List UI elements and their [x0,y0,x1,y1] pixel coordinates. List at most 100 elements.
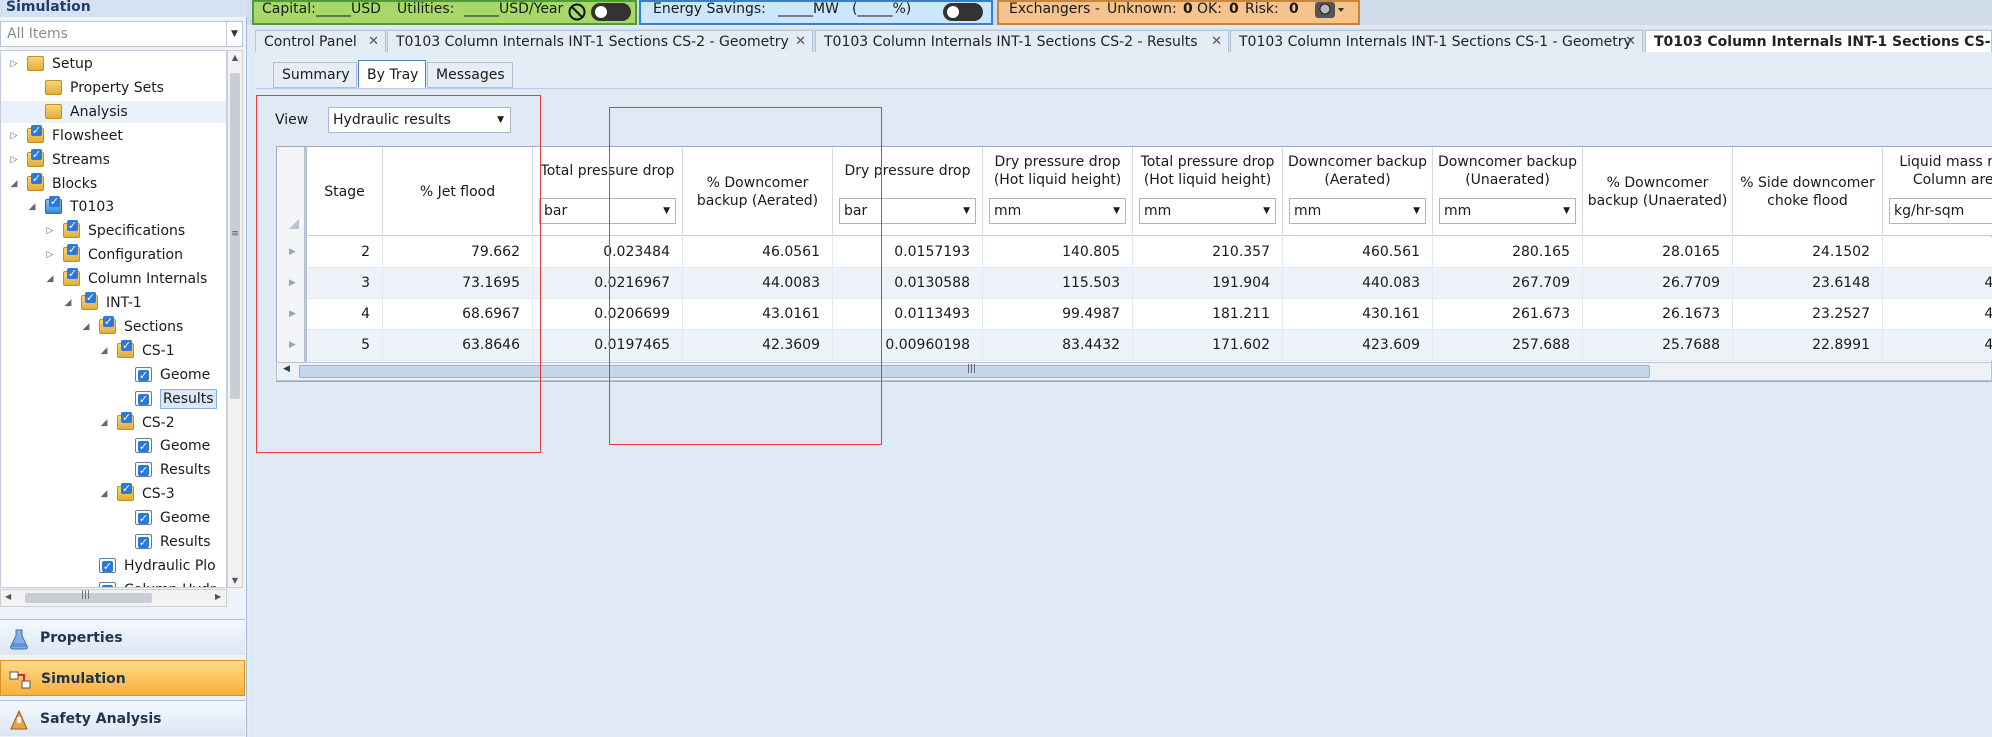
tree-item[interactable]: Results [1,459,226,481]
grid-cell[interactable]: 267.709 [1433,268,1583,299]
tree-item[interactable]: ◢ Blocks [1,172,226,195]
grid-cell[interactable]: 99.4987 [983,299,1133,330]
tab-summary[interactable]: Summary [273,62,357,88]
tree-item[interactable]: Results [1,531,226,553]
grid-cell[interactable]: 261.673 [1433,299,1583,330]
collapse-icon[interactable]: ◢ [99,483,109,505]
collapse-icon[interactable]: ◢ [27,196,37,218]
tree-item[interactable]: ▷ Setup [1,53,226,75]
column-header[interactable]: Liquid mass rate Column area kg/hr-sqm▼ [1883,147,1992,236]
tree-item[interactable]: Property Sets [1,77,226,99]
collapse-icon[interactable]: ◢ [81,316,91,338]
nav-filter-dropdown[interactable]: All Items ▼ [0,21,243,47]
tree-horizontal-scrollbar[interactable]: ◀ ||| ▶ [0,589,227,607]
doc-tab-control-panel[interactable]: Control Panel ✕ [255,30,386,52]
tree-item[interactable]: ▷ Flowsheet [1,124,226,147]
column-header[interactable]: Total pressure drop (Hot liquid height) m… [1133,147,1283,236]
tree-item[interactable]: Geome [1,435,226,457]
scroll-up-icon[interactable]: ▲ [228,53,242,62]
column-header[interactable]: Downcomer backup (Unaerated) mm ▼ [1433,147,1583,236]
grid-cell[interactable]: 430.161 [1283,299,1433,330]
exchangers-panel[interactable]: Exchangers - Unknown: 0 OK: 0 Risk: 0 [997,0,1360,25]
grid-cell[interactable]: 28.0165 [1583,237,1733,268]
tree-item[interactable]: ▷ Configuration [1,244,226,266]
tree-item[interactable]: ◢ Column Internals [1,268,226,290]
tree-item[interactable]: Column Hydr [1,579,226,587]
tree-item[interactable]: ◢ Sections [1,315,226,338]
close-icon[interactable]: ✕ [795,31,806,52]
doc-tab-cs2-geometry[interactable]: T0103 Column Internals INT-1 Sections CS… [387,30,813,52]
grid-cell[interactable]: 191.904 [1133,268,1283,299]
grid-cell[interactable]: 115.503 [983,268,1133,299]
tab-messages[interactable]: Messages [427,62,513,88]
expand-icon[interactable]: ▷ [45,244,55,266]
grid-cell[interactable]: 26.7709 [1583,268,1733,299]
heat-exchanger-icon[interactable] [1314,2,1344,20]
tree-item[interactable]: ◢ CS-1 [1,339,226,362]
collapse-icon[interactable]: ◢ [45,268,55,290]
tree-item[interactable]: ▷ Streams [1,148,226,171]
tree-item[interactable]: Results [1,388,226,410]
tree-item[interactable]: ◢ T0103 [1,196,226,218]
doc-tab-cs2-results[interactable]: T0103 Column Internals INT-1 Sections CS… [815,30,1229,52]
grid-cell[interactable]: 25.7688 [1583,330,1733,361]
scroll-right-icon[interactable]: ▶ [215,592,221,601]
nav-button-safety-analysis[interactable]: Safety Analysis [0,700,245,736]
chevron-down-icon[interactable]: ▼ [1563,199,1570,223]
nav-button-simulation[interactable]: Simulation [0,660,245,696]
grid-cell[interactable]: 171.602 [1133,330,1283,361]
grid-cell[interactable]: 257.688 [1433,330,1583,361]
tree-vertical-scrollbar[interactable]: ▲ ≡ ▼ [227,50,243,588]
unit-select[interactable]: mm ▼ [1289,198,1426,224]
unit-select[interactable]: kg/hr-sqm▼ [1889,198,1992,224]
tree-item[interactable]: ◢ INT-1 [1,292,226,314]
grid-cell[interactable]: 4966 [1883,268,1992,299]
collapse-icon[interactable]: ◢ [9,173,19,195]
column-header[interactable]: % Side downcomer choke flood [1733,147,1883,236]
grid-cell[interactable]: 4901 [1883,330,1992,361]
tree-item[interactable]: Analysis [1,100,226,123]
scroll-left-icon[interactable]: ◀ [5,592,11,601]
tree-item[interactable]: ◢ CS-3 [1,483,226,505]
doc-tab-cs1-results[interactable]: T0103 Column Internals INT-1 Sections CS… [1645,30,1992,52]
close-icon[interactable]: ✕ [368,31,379,52]
grid-cell[interactable]: 210.357 [1133,237,1283,268]
energy-savings-panel[interactable]: Energy Savings: _____MW (_____%) [639,0,993,25]
tree-item[interactable]: Geome [1,507,226,529]
navigation-tree[interactable]: ▷ Setup Property Sets Analysis ▷ Flowsheet ▷ St… [0,50,227,588]
chevron-down-icon[interactable]: ▼ [1263,199,1270,223]
column-header[interactable]: % Downcomer backup (Unaerated) [1583,147,1733,236]
column-header[interactable]: Downcomer backup (Aerated) mm ▼ [1283,147,1433,236]
chevron-down-icon[interactable]: ▼ [963,199,970,223]
cost-toggle[interactable] [591,3,631,21]
grid-cell[interactable]: 83.4432 [983,330,1133,361]
grid-cell[interactable]: 23.2527 [1733,299,1883,330]
energy-toggle[interactable] [943,3,983,21]
grid-cell[interactable]: 440.083 [1283,268,1433,299]
unit-select[interactable]: mm ▼ [1139,198,1276,224]
expand-icon[interactable]: ▷ [45,220,55,242]
grid-cell[interactable]: 23.6148 [1733,268,1883,299]
grid-cell[interactable]: 22.8991 [1733,330,1883,361]
grid-cell[interactable]: 140.805 [983,237,1133,268]
expand-icon[interactable]: ▷ [9,149,19,171]
grid-cell[interactable]: 24.1502 [1733,237,1883,268]
grid-cell[interactable]: 181.211 [1133,299,1283,330]
collapse-icon[interactable]: ◢ [99,412,109,434]
tree-item[interactable]: Geome [1,364,226,386]
column-header[interactable]: Dry pressure drop (Hot liquid height) mm ▼ [983,147,1133,236]
chevron-down-icon[interactable]: ▼ [1113,199,1120,223]
nav-button-properties[interactable]: Properties [0,619,245,655]
grid-cell[interactable]: 280.165 [1433,237,1583,268]
scroll-down-icon[interactable]: ▼ [228,576,242,585]
collapse-icon[interactable]: ◢ [63,292,73,314]
unit-select[interactable]: mm ▼ [989,198,1126,224]
chevron-down-icon[interactable]: ▼ [1413,199,1420,223]
collapse-icon[interactable]: ◢ [99,340,109,362]
expand-icon[interactable]: ▷ [9,125,19,147]
doc-tab-cs1-geometry[interactable]: T0103 Column Internals INT-1 Sections CS… [1230,30,1643,52]
tree-item[interactable]: ▷ Specifications [1,220,226,242]
grid-cell[interactable]: 423.609 [1283,330,1433,361]
cost-summary-panel[interactable]: Capital: _____USD Utilities: _____USD/Ye… [252,0,637,25]
tab-by-tray[interactable]: By Tray [358,60,426,88]
